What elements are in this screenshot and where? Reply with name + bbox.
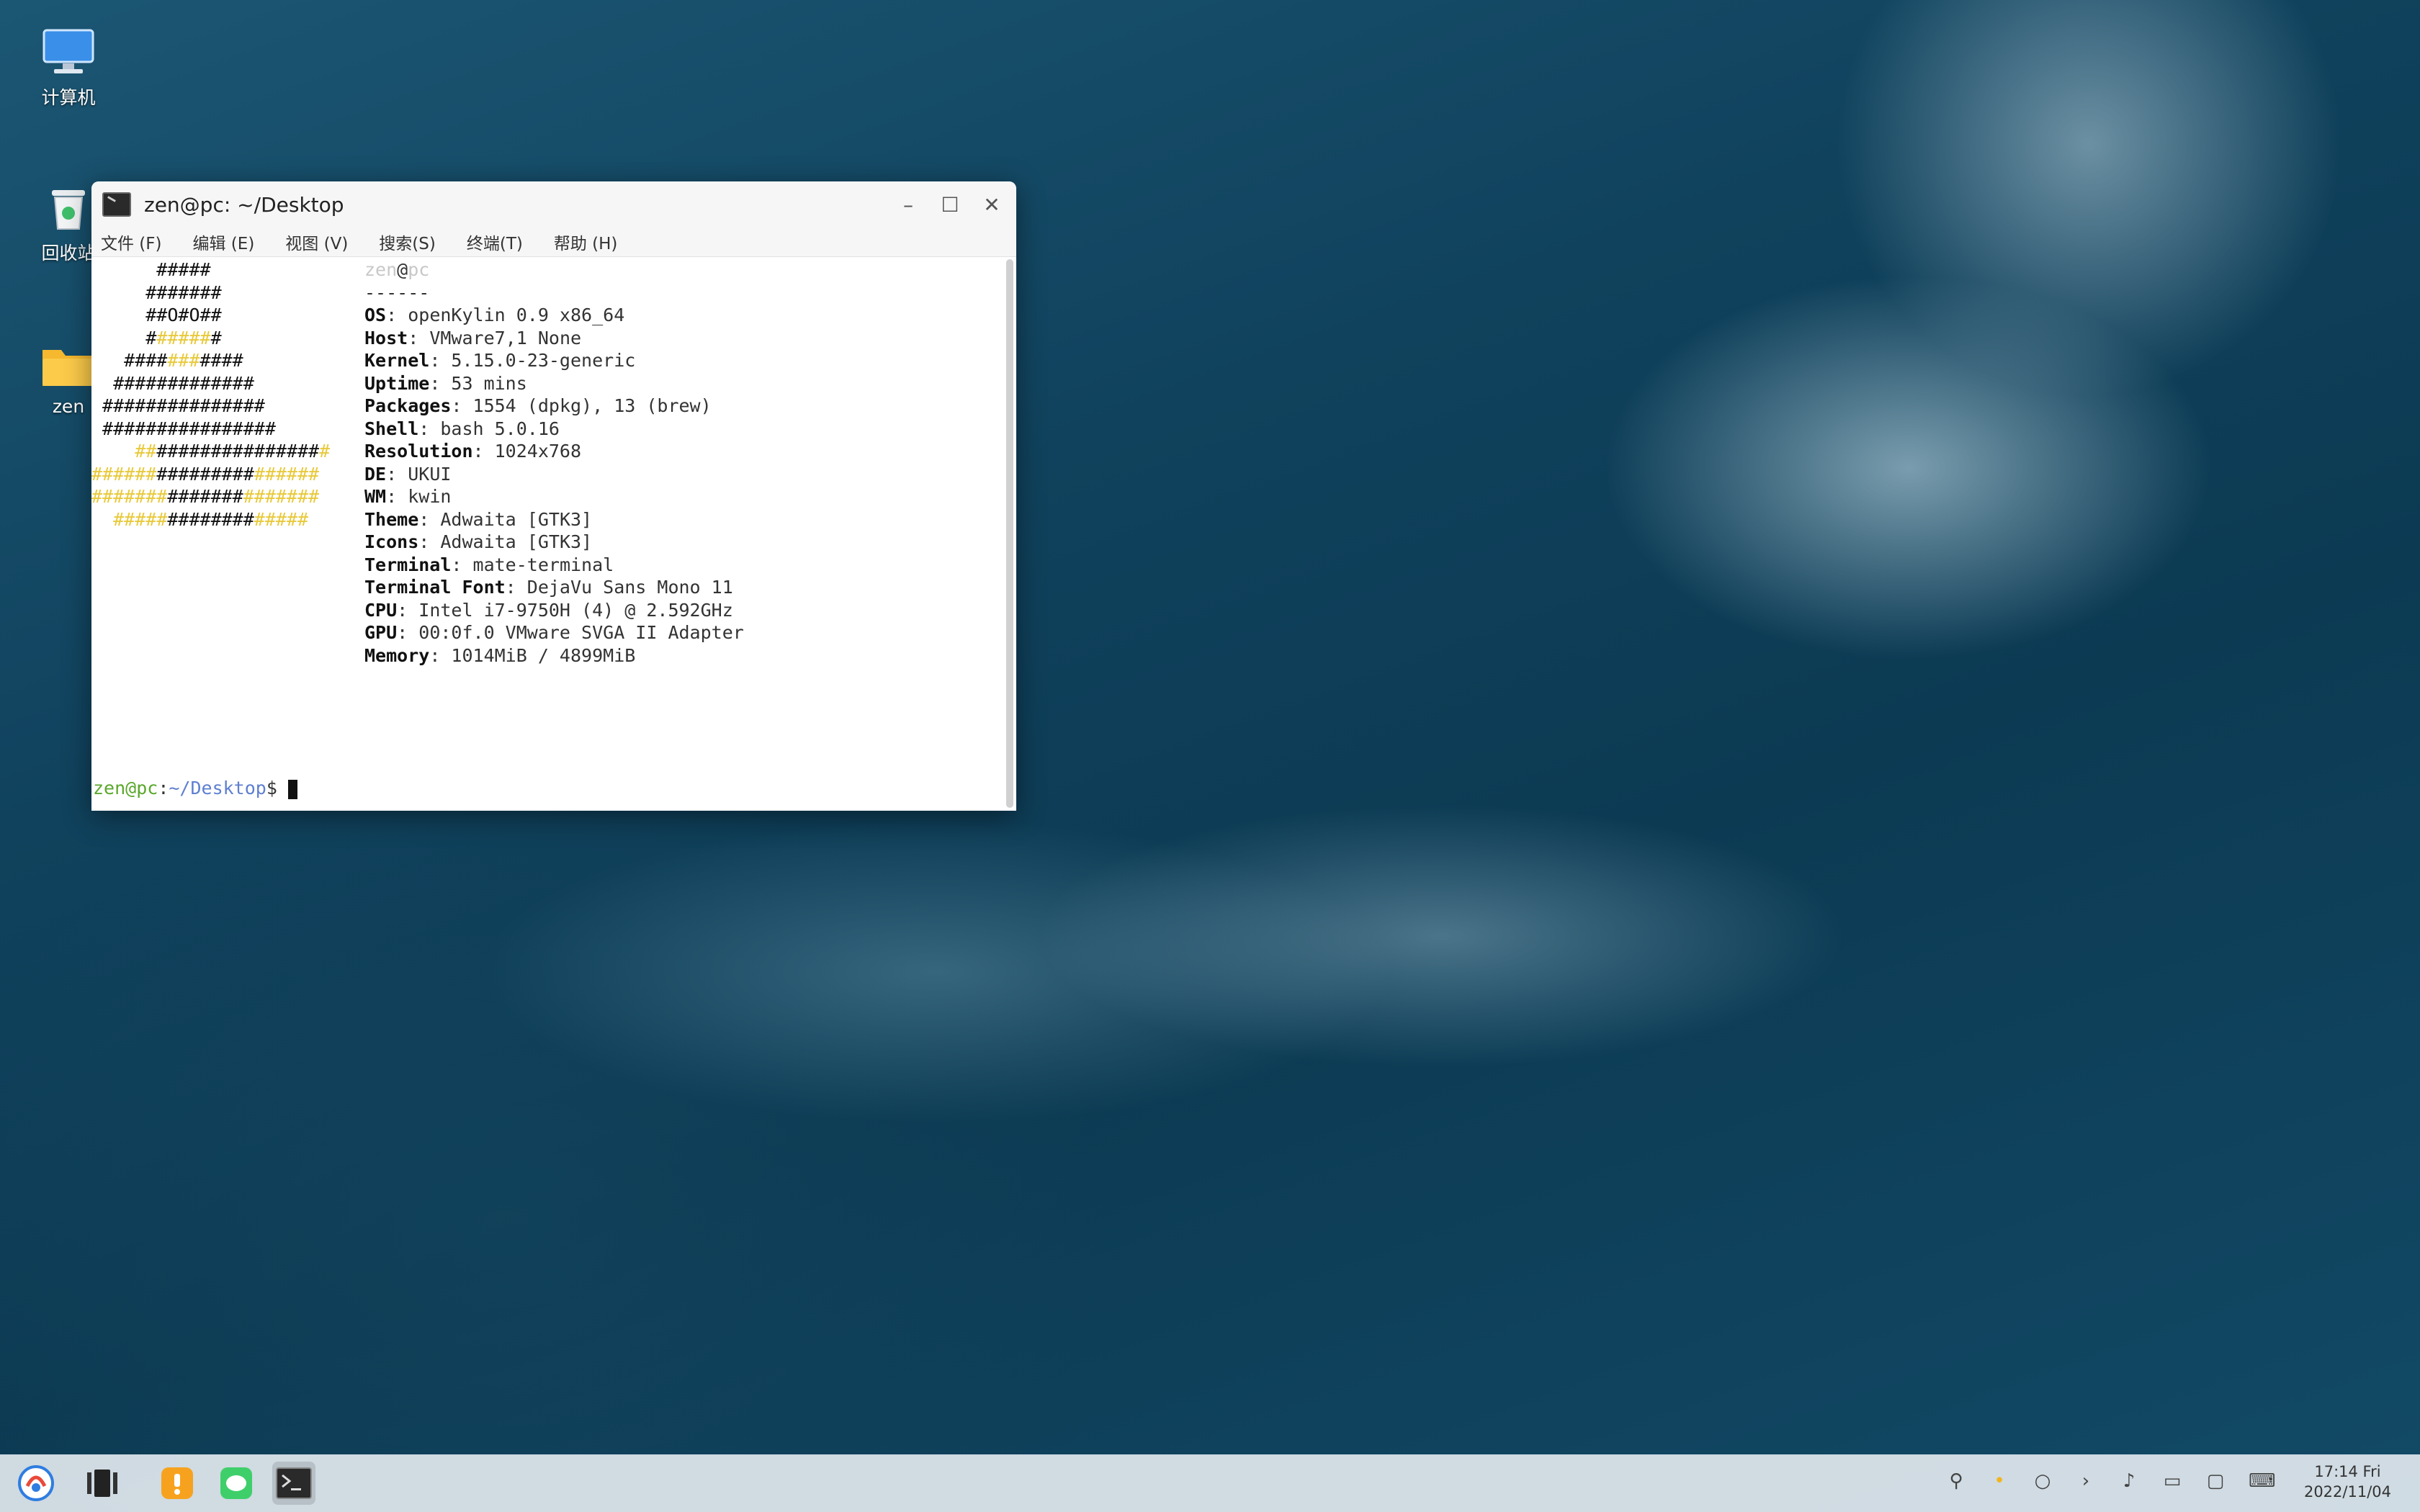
neofetch-row: DE: UKUI	[364, 463, 452, 485]
shell-prompt[interactable]: zen@pc:~/Desktop$	[93, 777, 297, 800]
window-title: zen@pc: ~/Desktop	[144, 192, 344, 217]
close-button[interactable]: ✕	[977, 190, 1006, 219]
neofetch-row: OS: openKylin 0.9 x86_64	[364, 305, 625, 325]
ascii-logo-line: ################	[91, 418, 276, 439]
ascii-logo: ##### ####### ##O#O## ####### ##########…	[91, 258, 336, 531]
clock[interactable]: 17:14 Fri 2022/11/04	[2304, 1462, 2391, 1502]
volume-icon[interactable]: ♪	[2119, 1470, 2139, 1492]
ascii-logo-line: #####################	[91, 486, 320, 507]
minimize-button[interactable]: –	[894, 190, 923, 219]
trash-icon	[52, 190, 85, 230]
neofetch-row: Kernel: 5.15.0-23-generic	[364, 350, 636, 371]
menu-terminal[interactable]: 终端(T)	[467, 230, 523, 254]
notification-dot-icon[interactable]: •	[1989, 1470, 2009, 1492]
computer-icon	[42, 29, 94, 73]
start-menu-button[interactable]	[14, 1462, 58, 1505]
multitask-view-button[interactable]	[81, 1462, 124, 1505]
neofetch-row: Terminal: mate-terminal	[364, 554, 614, 575]
terminal-output[interactable]: ##### ####### ##O#O## ####### ##########…	[91, 257, 1016, 811]
ascii-logo-line: #####################	[91, 463, 320, 485]
search-icon[interactable]: ○	[2033, 1470, 2053, 1492]
menu-file[interactable]: 文件 (F)	[101, 230, 162, 254]
terminal-icon	[276, 1467, 312, 1499]
display-icon[interactable]: ▭	[2162, 1470, 2182, 1492]
wechat-icon	[220, 1467, 252, 1499]
ascii-logo-line: #######	[91, 282, 222, 303]
ascii-logo-line: #####	[91, 259, 211, 280]
ascii-logo-line: #############	[91, 372, 254, 394]
menubar: 文件 (F) 编辑 (E) 视图 (V) 搜索(S) 终端(T) 帮助 (H)	[91, 228, 1016, 257]
window-titlebar[interactable]: zen@pc: ~/Desktop – ☐ ✕	[91, 181, 1016, 228]
multitask-view-icon	[87, 1470, 117, 1497]
terminal-scrollbar[interactable]	[1006, 259, 1013, 808]
network-icon[interactable]: ⚲	[1946, 1470, 1966, 1492]
neofetch-row: WM: kwin	[364, 486, 452, 507]
ascii-logo-line: ###########	[91, 350, 243, 371]
ascii-logo-line: ##################	[113, 508, 309, 530]
chat-icon[interactable]: ▢	[2205, 1470, 2226, 1492]
neofetch-row: Terminal Font: DejaVu Sans Mono 11	[364, 577, 733, 598]
neofetch-row: Icons: Adwaita [GTK3]	[364, 531, 593, 552]
desktop-icon-label: 计算机	[41, 87, 96, 108]
neofetch-separator: ------	[364, 282, 430, 303]
terminal-window[interactable]: zen@pc: ~/Desktop – ☐ ✕ 文件 (F) 编辑 (E) 视图…	[91, 181, 1016, 811]
text-cursor	[287, 779, 297, 799]
neofetch-header: zen@pc	[364, 259, 430, 280]
menu-edit[interactable]: 编辑 (E)	[193, 230, 255, 254]
neofetch-row: GPU: 00:0f.0 VMware SVGA II Adapter	[364, 622, 744, 643]
ascii-logo-line: #######	[91, 327, 222, 348]
clock-time: 17:14 Fri	[2314, 1463, 2381, 1480]
taskbar: ⚲ • ○ › ♪ ▭ ▢ ⌨ 17:14 Fri 2022/11/04	[0, 1454, 2420, 1512]
neofetch-info: zen@pc ------ OS: openKylin 0.9 x86_64 Ho…	[364, 258, 744, 667]
expand-arrow-icon[interactable]: ›	[2076, 1470, 2096, 1492]
wechat-button[interactable]	[215, 1462, 258, 1505]
neofetch-row: Host: VMware7,1 None	[364, 327, 582, 348]
terminal-app-icon	[102, 192, 131, 217]
neofetch-row: Resolution: 1024x768	[364, 441, 582, 462]
desktop-icon-computer[interactable]: 计算机	[22, 26, 115, 109]
menu-help[interactable]: 帮助 (H)	[554, 230, 618, 254]
clock-date: 2022/11/04	[2303, 1483, 2391, 1500]
ascii-logo-line: ##O#O##	[91, 305, 222, 325]
ascii-logo-line: ##################	[135, 441, 331, 462]
software-store-button[interactable]	[156, 1462, 199, 1505]
menu-search[interactable]: 搜索(S)	[379, 230, 436, 254]
system-tray: ⚲ • ○ › ♪ ▭ ▢ ⌨	[1946, 1470, 2276, 1492]
start-menu-icon	[18, 1465, 54, 1501]
menu-view[interactable]: 视图 (V)	[285, 230, 348, 254]
terminal-taskbar-button[interactable]	[272, 1462, 315, 1505]
ascii-logo-line: ###############	[91, 395, 265, 416]
software-store-icon	[161, 1467, 193, 1499]
neofetch-row: CPU: Intel i7-9750H (4) @ 2.592GHz	[364, 599, 733, 621]
maximize-button[interactable]: ☐	[936, 190, 964, 219]
neofetch-row: Memory: 1014MiB / 4899MiB	[364, 644, 636, 666]
keyboard-icon[interactable]: ⌨	[2249, 1470, 2276, 1492]
home-folder-icon	[42, 350, 94, 386]
neofetch-row: Shell: bash 5.0.16	[364, 418, 560, 439]
neofetch-row: Packages: 1554 (dpkg), 13 (brew)	[364, 395, 712, 416]
neofetch-row: Theme: Adwaita [GTK3]	[364, 508, 593, 530]
neofetch-row: Uptime: 53 mins	[364, 372, 527, 394]
